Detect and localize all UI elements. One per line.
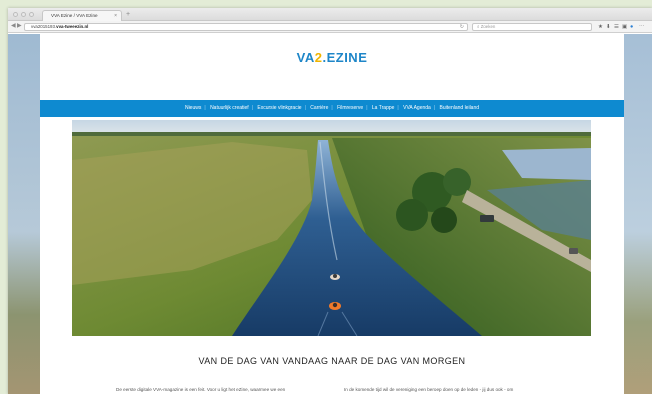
tab-title: VVA Ezine / VVA Ezine [51,13,98,18]
page-viewport: VA2.EZINE Nieuws | Natuurlijk creatief | E… [8,34,652,394]
tab-close-icon[interactable]: × [114,11,117,21]
nav-divider: | [366,105,368,111]
background-photo-right [622,34,652,394]
site-logo[interactable]: VA2.EZINE [40,50,624,65]
nav-divider: | [204,105,206,111]
hero-image-canal-swimmers [72,120,591,336]
nav-item-nieuws[interactable]: Nieuws [182,105,204,111]
sidebar-icon[interactable]: ▣ [622,23,627,31]
tab-vva-ezine[interactable]: VVA Ezine / VVA Ezine × [42,10,122,21]
download-icon[interactable]: ⬇ [606,23,611,31]
nav-divider: | [251,105,254,111]
search-placeholder: Zoeken [480,24,496,29]
page-headline: VAN DE DAG VAN VANDAAG NAAR DE DAG VAN M… [198,356,466,366]
url-prefix: vva2015193. [31,24,57,29]
nav-item-carriere[interactable]: Carrière [307,105,331,111]
intro-text-right: In de komende tijd wil de vereniging een… [344,387,514,392]
logo-main: VA [296,50,315,65]
minimize-window-icon[interactable] [21,12,26,17]
forward-icon[interactable]: ▶ [17,22,22,31]
close-window-icon[interactable] [13,12,18,17]
nav-item-excursie[interactable]: Excursie vlinkgracie [254,105,304,111]
reader-icon[interactable]: ☰ [614,23,619,31]
nav-divider: | [433,105,436,111]
maximize-window-icon[interactable] [29,12,34,17]
nav-item-buitenland[interactable]: Buitenland leiland [437,105,482,111]
back-icon[interactable]: ◀ [11,22,16,31]
tab-bar: VVA Ezine / VVA Ezine × + [8,8,652,21]
bookmark-icon[interactable]: ★ [598,23,603,31]
nav-divider: | [304,105,306,111]
browser-window: VVA Ezine / VVA Ezine × + ◀ ▶ vva2015193… [8,8,652,394]
nav-divider: | [331,105,333,111]
url-host: vva-tweeezin.nl [56,24,89,29]
search-input[interactable]: ⌕ Zoeken [472,23,592,31]
address-toolbar: ◀ ▶ vva2015193.vva-tweeezin.nl ↻ ⌕ Zoeke… [8,21,652,33]
address-bar[interactable]: vva2015193.vva-tweeezin.nl ↻ [24,23,468,31]
new-tab-icon[interactable]: + [126,10,130,19]
nav-item-filmreserve[interactable]: Filmreserve [334,105,366,111]
page-content: VA2.EZINE Nieuws | Natuurlijk creatief | E… [40,34,624,394]
menu-icon[interactable]: ⋯ [639,23,645,31]
logo-rest: .EZINE [322,50,368,65]
intro-text-left: De eerste digitale VVA-magazine is een f… [116,387,286,392]
nav-item-la-trappe[interactable]: La Trappe [369,105,398,111]
main-nav: Nieuws | Natuurlijk creatief | Excursie vl… [40,100,624,117]
nav-item-natuurlijk-creatief[interactable]: Natuurlijk creatief [207,105,252,111]
nav-item-vva-agenda[interactable]: VVA Agenda [400,105,434,111]
nav-divider: | [397,105,399,111]
extension-icon[interactable]: ● [630,23,633,31]
background-photo-left [8,34,40,394]
reload-icon[interactable]: ↻ [460,24,464,30]
